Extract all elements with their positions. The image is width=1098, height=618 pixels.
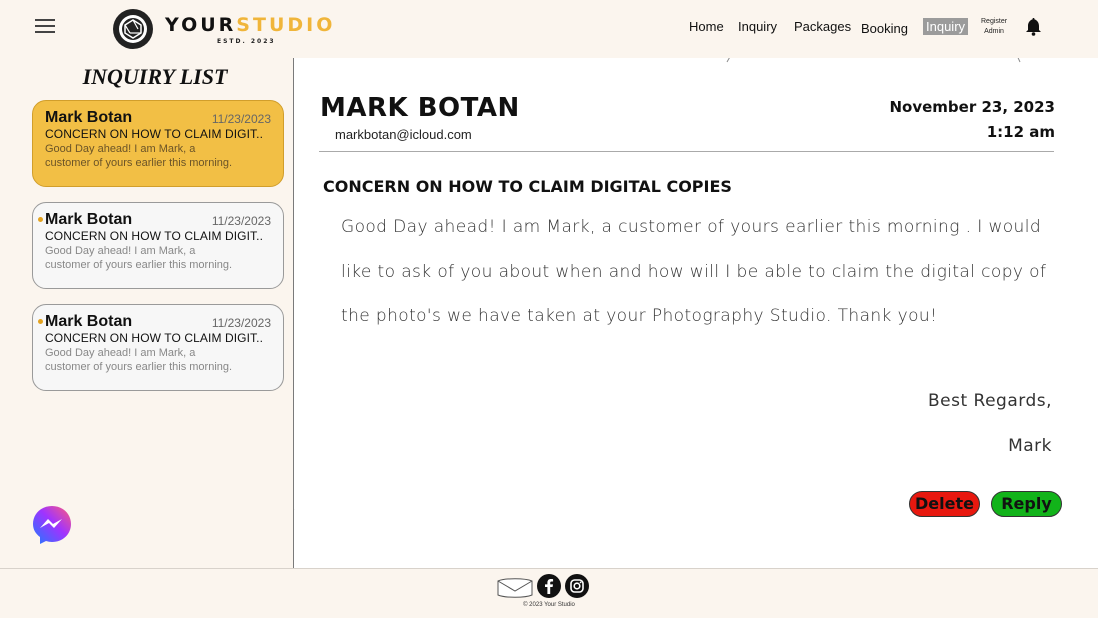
nav-packages[interactable]: Packages <box>794 19 851 34</box>
card-subject: CONCERN ON HOW TO CLAIM DIGIT.. <box>45 229 264 243</box>
message-view: MARK BOTAN markbotan@icloud.com November… <box>295 58 1098 568</box>
card-preview: Good Day ahead! I am Mark, a customer of… <box>45 244 277 272</box>
card-preview: Good Day ahead! I am Mark, a customer of… <box>45 346 277 374</box>
brand-subtitle: ESTD. 2023 <box>217 38 276 45</box>
brand-name[interactable]: YOURSTUDIO <box>165 14 335 36</box>
sender-name: MARK BOTAN <box>320 93 520 123</box>
card-preview-line2: customer of yours earlier this morning. <box>45 157 233 169</box>
inquiry-card-selected[interactable]: Mark Botan 11/23/2023 CONCERN ON HOW TO … <box>32 100 284 187</box>
message-date: November 23, 2023 <box>889 98 1055 116</box>
footer: © 2023 Your Studio <box>0 568 1098 618</box>
message-signer: Mark <box>1008 436 1052 456</box>
register-label: Register <box>981 18 1008 25</box>
card-preview-line2: customer of yours earlier this morning. <box>45 259 233 271</box>
camera-aperture-icon[interactable] <box>112 8 154 50</box>
unread-dot-icon <box>38 319 43 324</box>
card-sender: Mark Botan <box>45 109 133 126</box>
admin-label: Admin <box>984 28 1004 35</box>
card-preview: Good Day ahead! I am Mark, a customer of… <box>45 142 277 170</box>
card-date: 11/23/2023 <box>211 214 271 228</box>
brand-name-part1: YOUR <box>165 14 237 36</box>
card-preview-line1: Good Day ahead! I am Mark, a <box>45 245 196 257</box>
message-body: Good Day ahead! I am Mark, a customer of… <box>341 205 1071 339</box>
message-body-line1: Good Day ahead! I am Mark, a customer of… <box>341 217 1042 237</box>
nav-home[interactable]: Home <box>689 19 724 34</box>
inquiry-sidebar: INQUIRY LIST Mark Botan 11/23/2023 CONCE… <box>0 58 294 568</box>
top-header: YOURSTUDIO ESTD. 2023 Home Inquiry Packa… <box>0 0 1098 58</box>
bell-icon[interactable] <box>1025 18 1042 36</box>
message-subject: CONCERN ON HOW TO CLAIM DIGITAL COPIES <box>323 177 732 196</box>
inquiry-card[interactable]: Mark Botan 11/23/2023 CONCERN ON HOW TO … <box>32 202 284 289</box>
register-admin-link[interactable]: Register Admin <box>981 17 1007 37</box>
delete-button[interactable]: Delete <box>909 491 980 517</box>
card-subject: CONCERN ON HOW TO CLAIM DIGIT.. <box>45 127 264 141</box>
instagram-icon[interactable] <box>564 573 590 599</box>
reply-button[interactable]: Reply <box>991 491 1062 517</box>
message-time: 1:12 am <box>986 123 1055 141</box>
nav-inquiry[interactable]: Inquiry <box>738 19 777 34</box>
header-divider <box>319 151 1054 152</box>
card-subject: CONCERN ON HOW TO CLAIM DIGIT.. <box>45 331 264 345</box>
message-body-line2: like to ask of you about when and how wi… <box>341 261 1047 282</box>
mail-icon[interactable] <box>495 577 535 599</box>
card-preview-line1: Good Day ahead! I am Mark, a <box>45 143 196 155</box>
card-date: 11/23/2023 <box>211 316 271 330</box>
sidebar-title: INQUIRY LIST <box>82 64 228 89</box>
card-preview-line2: customer of yours earlier this morning. <box>45 361 233 373</box>
sender-email: markbotan@icloud.com <box>335 127 472 142</box>
nav-inquiry-active[interactable]: Inquiry <box>923 18 969 35</box>
hamburger-icon[interactable] <box>35 19 55 35</box>
copyright-text: © 2023 Your Studio <box>523 602 575 608</box>
message-body-line3: the photo's we have taken at your Photog… <box>341 306 938 326</box>
facebook-icon[interactable] <box>536 573 562 599</box>
card-sender: Mark Botan <box>45 313 133 330</box>
inquiry-card[interactable]: Mark Botan 11/23/2023 CONCERN ON HOW TO … <box>32 304 284 391</box>
card-sender: Mark Botan <box>45 211 133 228</box>
unread-dot-icon <box>38 217 43 222</box>
brand-name-part2: STUDIO <box>236 14 336 36</box>
message-closing: Best Regards, <box>927 391 1052 411</box>
card-preview-line1: Good Day ahead! I am Mark, a <box>45 347 196 359</box>
card-date: 11/23/2023 <box>211 112 271 126</box>
nav-booking[interactable]: Booking <box>861 21 908 36</box>
messenger-icon[interactable] <box>31 504 73 546</box>
